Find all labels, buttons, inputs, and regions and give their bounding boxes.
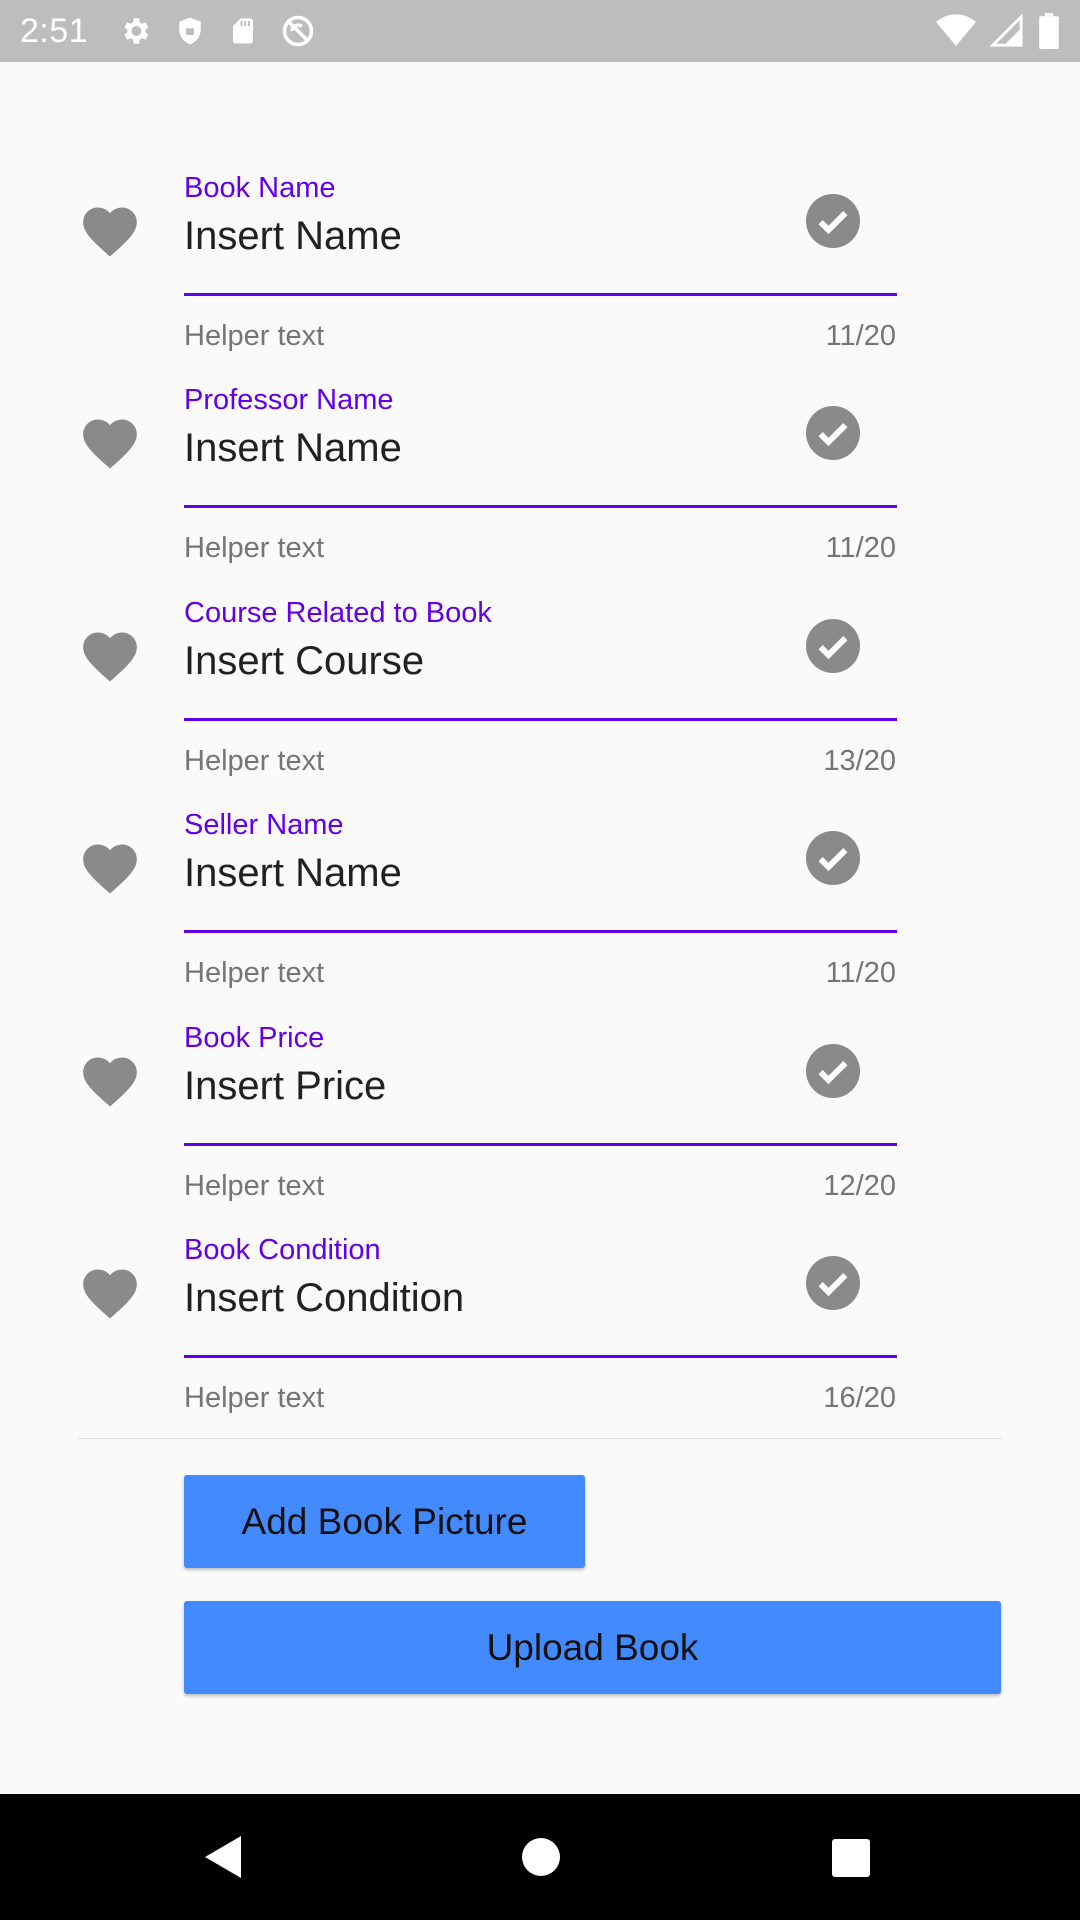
check-circle-icon <box>806 194 860 248</box>
helper-text: Helper text <box>184 957 325 989</box>
heart-icon <box>83 419 137 469</box>
recents-icon[interactable] <box>831 1838 871 1878</box>
field-input[interactable]: Insert Course <box>184 639 424 684</box>
check-circle-icon <box>806 831 860 885</box>
char-counter: 16/20 <box>823 1382 896 1414</box>
helper-text: Helper text <box>184 1382 325 1414</box>
navigation-bar <box>0 1794 1080 1920</box>
back-icon[interactable] <box>203 1834 243 1880</box>
char-counter: 11/20 <box>825 320 896 352</box>
status-bar: 2:51 <box>0 0 1080 62</box>
field-seller-name[interactable]: Seller Name Insert Name Helper text 11/2… <box>0 809 1080 1021</box>
upload-book-button[interactable]: Upload Book <box>184 1601 1001 1694</box>
field-underline <box>184 505 897 508</box>
field-underline <box>184 293 897 296</box>
field-label: Professor Name <box>184 384 394 416</box>
wifi-icon <box>936 14 976 47</box>
heart-icon <box>83 844 137 894</box>
field-input[interactable]: Insert Name <box>184 214 402 259</box>
char-counter: 13/20 <box>823 745 896 777</box>
field-label: Seller Name <box>184 809 344 841</box>
field-label: Book Condition <box>184 1234 381 1266</box>
check-circle-icon <box>806 1044 860 1098</box>
field-label: Book Price <box>184 1022 325 1054</box>
field-label: Course Related to Book <box>184 597 492 629</box>
field-label: Book Name <box>184 172 336 204</box>
field-underline <box>184 1355 897 1358</box>
field-underline <box>184 930 897 933</box>
field-underline <box>184 718 897 721</box>
field-professor-name[interactable]: Professor Name Insert Name Helper text 1… <box>0 384 1080 596</box>
check-circle-icon <box>806 406 860 460</box>
check-circle-icon <box>806 1256 860 1310</box>
add-book-picture-button[interactable]: Add Book Picture <box>184 1475 585 1568</box>
check-circle-icon <box>806 619 860 673</box>
battery-icon <box>1039 13 1059 49</box>
heart-icon <box>83 207 137 257</box>
no-sync-icon <box>282 15 314 47</box>
helper-text: Helper text <box>184 532 325 564</box>
heart-icon <box>83 1269 137 1319</box>
gear-icon <box>124 18 149 44</box>
heart-icon <box>83 632 137 682</box>
divider <box>78 1438 1002 1439</box>
field-book-name[interactable]: Book Name Insert Name Helper text 11/20 <box>0 172 1080 384</box>
home-icon[interactable] <box>521 1837 561 1877</box>
field-input[interactable]: Insert Price <box>184 1064 386 1109</box>
field-book-price[interactable]: Book Price Insert Price Helper text 12/2… <box>0 1022 1080 1234</box>
field-input[interactable]: Insert Name <box>184 426 402 471</box>
status-icons-left <box>118 13 316 49</box>
char-counter: 11/20 <box>825 957 896 989</box>
field-input[interactable]: Insert Condition <box>184 1276 464 1321</box>
signal-icon <box>990 14 1023 47</box>
helper-text: Helper text <box>184 745 325 777</box>
helper-text: Helper text <box>184 320 325 352</box>
char-counter: 12/20 <box>823 1170 896 1202</box>
status-time: 2:51 <box>20 11 89 50</box>
shield-icon <box>179 17 201 45</box>
field-book-condition[interactable]: Book Condition Insert Condition Helper t… <box>0 1234 1080 1446</box>
char-counter: 11/20 <box>825 532 896 564</box>
field-input[interactable]: Insert Name <box>184 851 402 896</box>
field-course[interactable]: Course Related to Book Insert Course Hel… <box>0 597 1080 809</box>
sd-card-icon <box>233 18 254 44</box>
status-icons-right <box>936 13 1060 49</box>
helper-text: Helper text <box>184 1170 325 1202</box>
field-underline <box>184 1143 897 1146</box>
heart-icon <box>83 1057 137 1107</box>
